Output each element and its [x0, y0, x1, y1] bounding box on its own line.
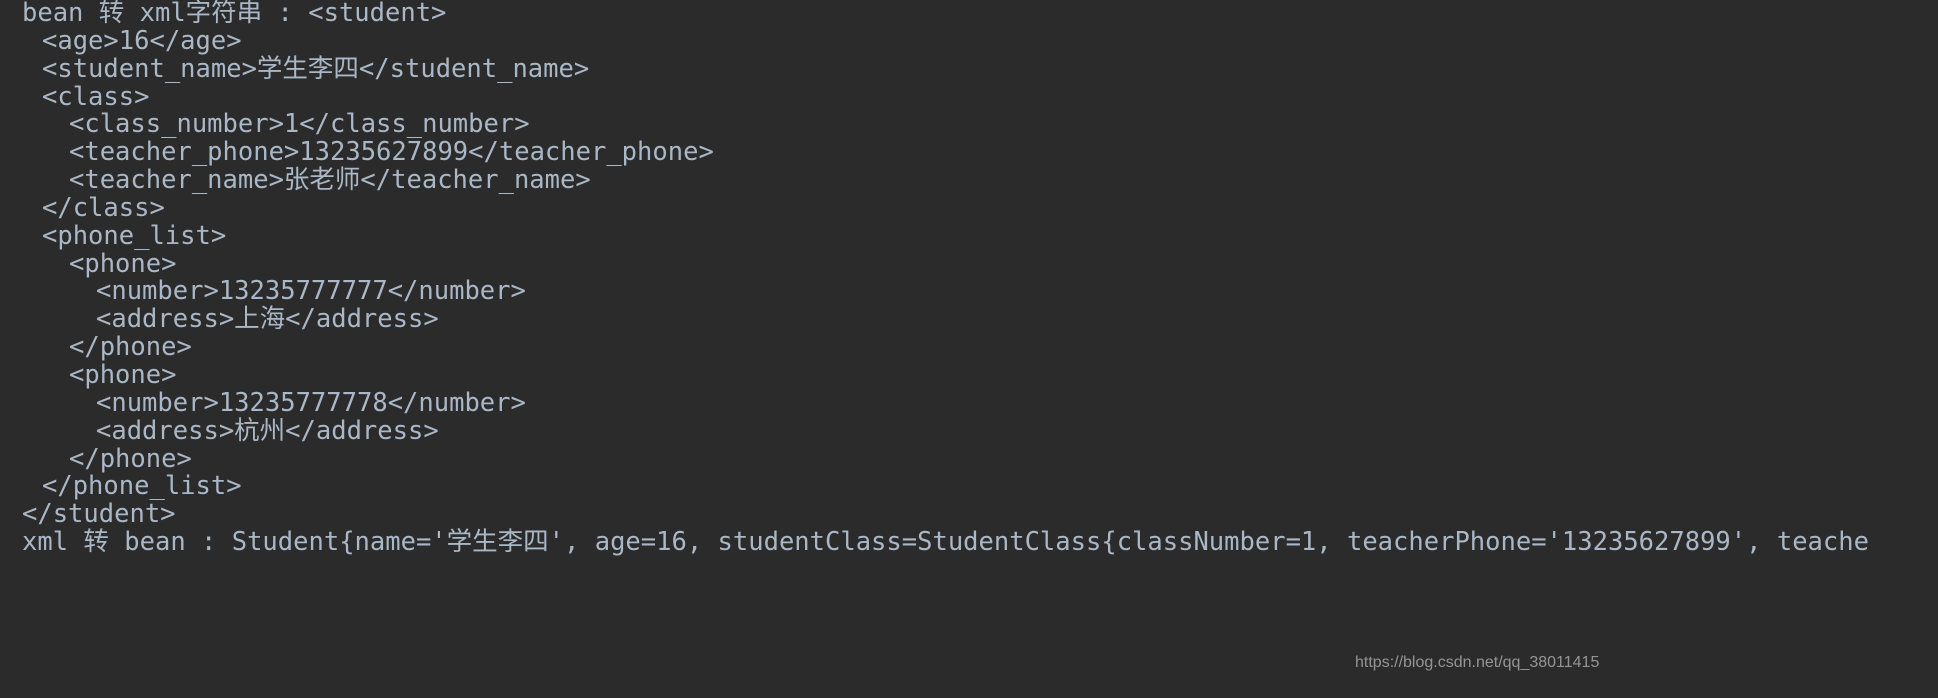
console-line: </student>	[22, 499, 176, 530]
console-line: </phone>	[69, 332, 192, 363]
console-line: <phone>	[69, 248, 177, 279]
console-line: <class>	[42, 81, 150, 112]
console-line: <teacher_phone>13235627899</teacher_phon…	[69, 137, 714, 168]
console-line: <address>杭州</address>	[96, 415, 439, 446]
console-line: <age>16</age>	[42, 25, 242, 56]
console-line: xml 转 bean : Student{name='学生李四', age=16…	[22, 527, 1869, 558]
console-line: bean 转 xml字符串 : <student>	[22, 0, 447, 28]
console-line: </class>	[42, 192, 165, 223]
console-line: <teacher_name>张老师</teacher_name>	[69, 165, 591, 196]
console-line: <address>上海</address>	[96, 304, 439, 335]
console-output-panel[interactable]: bean 转 xml字符串 : <student> <age>16</age> <s…	[0, 0, 1938, 698]
console-line: <student_name>学生李四</student_name>	[42, 53, 590, 84]
console-line: <number>13235777778</number>	[96, 387, 526, 418]
console-line: <class_number>1</class_number>	[69, 109, 530, 140]
console-line: </phone>	[69, 443, 192, 474]
console-line: </phone_list>	[42, 471, 242, 502]
console-line: <phone>	[69, 359, 177, 390]
console-line: <phone_list>	[42, 220, 227, 251]
console-line: <number>13235777777</number>	[96, 276, 526, 307]
